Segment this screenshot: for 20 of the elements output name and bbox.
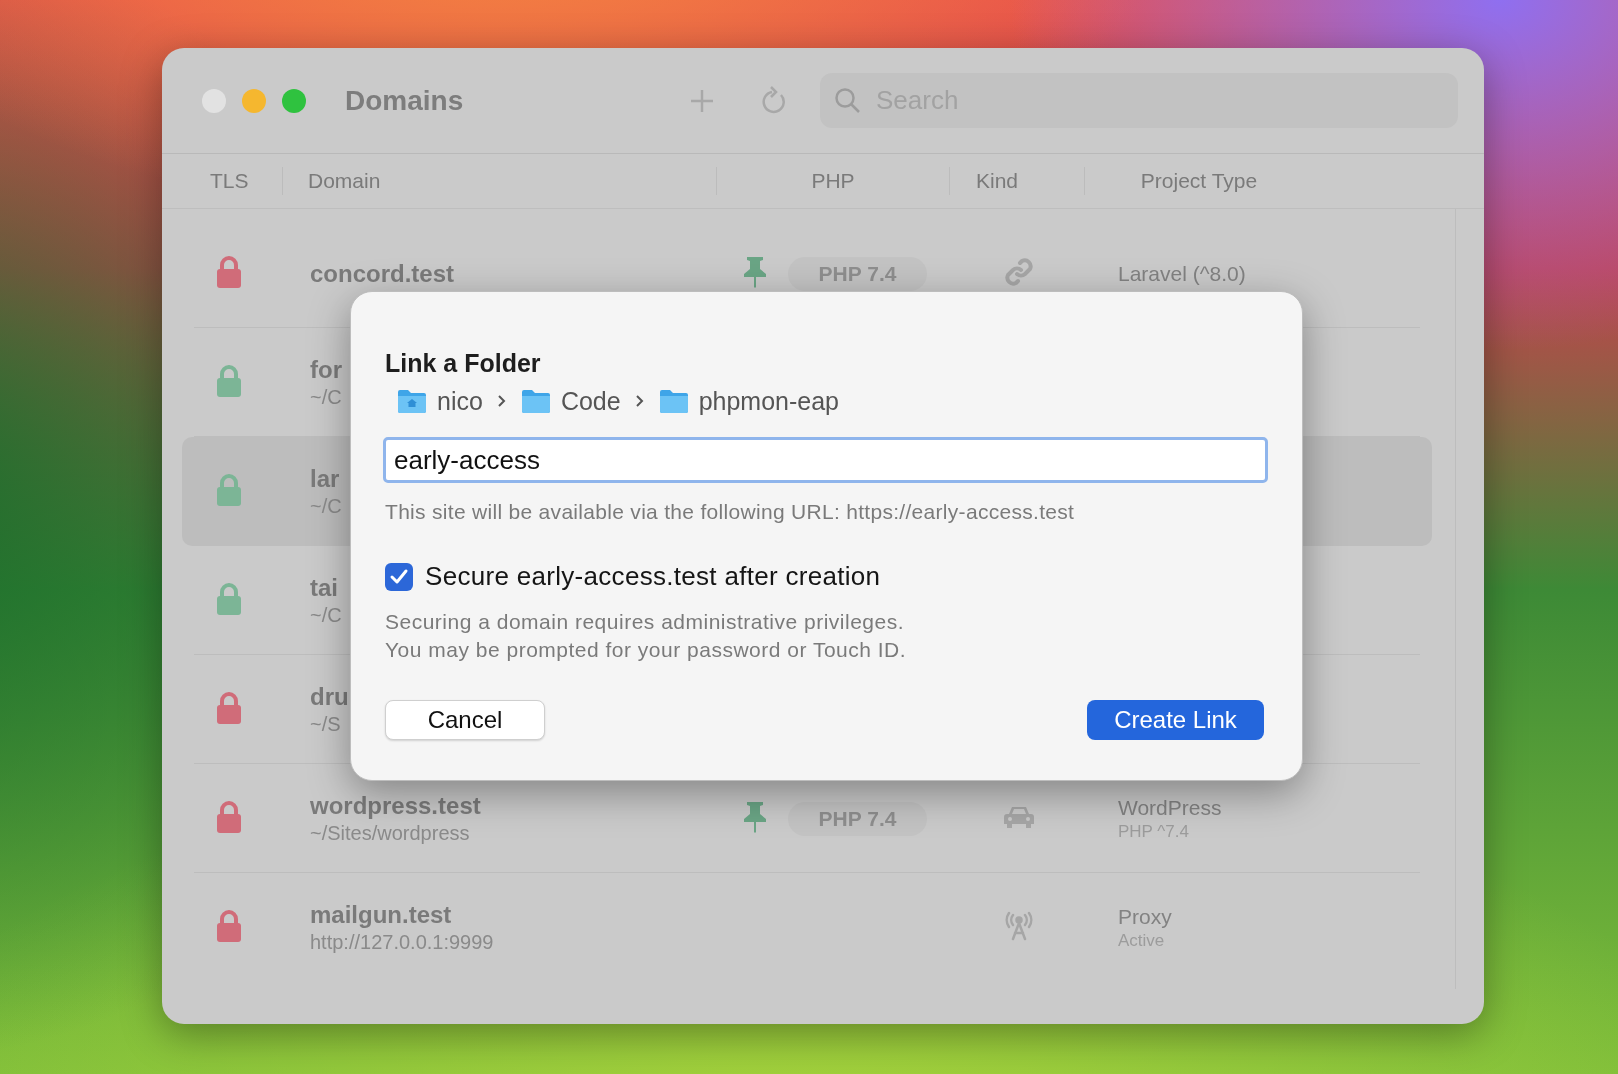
domain-path: ~/Sites/wordpress	[310, 822, 470, 845]
domain-name: tai	[310, 574, 338, 602]
dialog-title: Link a Folder	[385, 347, 542, 379]
note-text: Securing a domain requires administrative privileges.	[385, 610, 905, 634]
domain-name: lar	[310, 465, 340, 493]
url-hint-text: This site will be available via the following URL: https://early-access.test	[385, 500, 1076, 524]
window-title: Domains	[345, 84, 465, 117]
domain-path: http://127.0.0.1:9999	[310, 931, 494, 954]
domain-name: for	[310, 356, 342, 384]
domain-path: ~/S	[310, 713, 341, 736]
project-type: Proxy	[1118, 904, 1172, 929]
domain-name: dru	[310, 683, 349, 711]
project-type: Laravel (^8.0)	[1118, 261, 1246, 286]
domain-name: mailgun.test	[310, 901, 452, 929]
domain-path: ~/C	[310, 604, 342, 627]
project-type: WordPress	[1118, 795, 1222, 820]
domain-name: wordpress.test	[310, 792, 481, 820]
note-text: You may be prompted for your password or Touch ID.	[385, 638, 907, 662]
domain-path: ~/C	[310, 386, 342, 409]
domain-name: concord.test	[310, 259, 455, 288]
